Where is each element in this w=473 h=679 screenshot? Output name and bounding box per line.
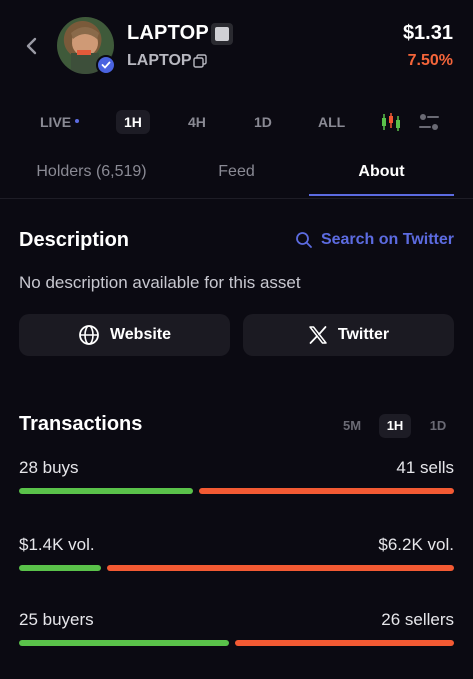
tx-buy-bar <box>19 488 193 494</box>
tx-buy-bar <box>19 565 101 571</box>
website-button[interactable]: Website <box>19 314 230 356</box>
divider <box>0 198 473 199</box>
tx-sell-bar <box>235 640 454 646</box>
globe-icon <box>79 325 99 345</box>
tx-stat-right: 26 sellers <box>381 610 454 629</box>
token-price: $1.31 <box>402 22 453 44</box>
candlestick-chart-icon[interactable] <box>380 112 402 132</box>
back-chevron-icon[interactable] <box>22 36 42 56</box>
stop-square-icon <box>211 23 233 45</box>
tx-sell-bar <box>107 565 454 571</box>
description-heading: Description <box>19 229 130 251</box>
timeframe-live[interactable]: LIVE <box>40 110 80 134</box>
search-icon <box>296 232 312 248</box>
x-logo-icon <box>309 326 327 344</box>
chart-timeframe-bar: LIVE 1H 4H 1D ALL <box>0 104 473 138</box>
tab-feed[interactable]: Feed <box>164 152 309 194</box>
timeframe-all[interactable]: ALL <box>318 110 345 134</box>
price-change: 7.50% <box>407 52 453 69</box>
active-tab-indicator <box>309 194 454 196</box>
tx-stat-right: 41 sells <box>396 458 454 477</box>
timeframe-1d[interactable]: 1D <box>254 110 272 134</box>
website-label: Website <box>109 326 172 343</box>
tab-about[interactable]: About <box>309 152 454 194</box>
verified-badge-icon <box>96 55 116 75</box>
tab-holders[interactable]: Holders (6,519) <box>19 152 164 194</box>
transactions-heading: Transactions <box>19 413 143 435</box>
search-on-twitter-label: Search on Twitter <box>320 231 454 248</box>
tx-buy-bar <box>19 640 229 646</box>
token-name: LAPTOP <box>127 22 209 44</box>
description-text: No description available for this asset <box>19 273 301 292</box>
copy-icon[interactable] <box>193 54 207 68</box>
tx-stat-left: 25 buyers <box>19 610 94 629</box>
tx-stat-right: $6.2K vol. <box>378 535 454 554</box>
live-dot-icon <box>75 119 80 124</box>
tx-stat-left: $1.4K vol. <box>19 535 95 554</box>
tx-stat-left: 28 buys <box>19 458 79 477</box>
tx-sell-bar <box>199 488 454 494</box>
tx-timeframe-5m[interactable]: 5M <box>338 414 366 438</box>
timeframe-1h[interactable]: 1H <box>116 110 150 134</box>
settings-sliders-icon[interactable] <box>418 112 440 132</box>
tab-bar: Holders (6,519) Feed About <box>19 152 454 198</box>
twitter-button[interactable]: Twitter <box>243 314 454 356</box>
search-on-twitter-link[interactable]: Search on Twitter <box>295 231 454 249</box>
tx-timeframe-1d[interactable]: 1D <box>426 414 450 438</box>
tx-timeframe-1h[interactable]: 1H <box>379 414 411 438</box>
token-ticker: LAPTOP <box>127 52 192 69</box>
timeframe-4h[interactable]: 4H <box>188 110 206 134</box>
twitter-label: Twitter <box>337 326 390 343</box>
